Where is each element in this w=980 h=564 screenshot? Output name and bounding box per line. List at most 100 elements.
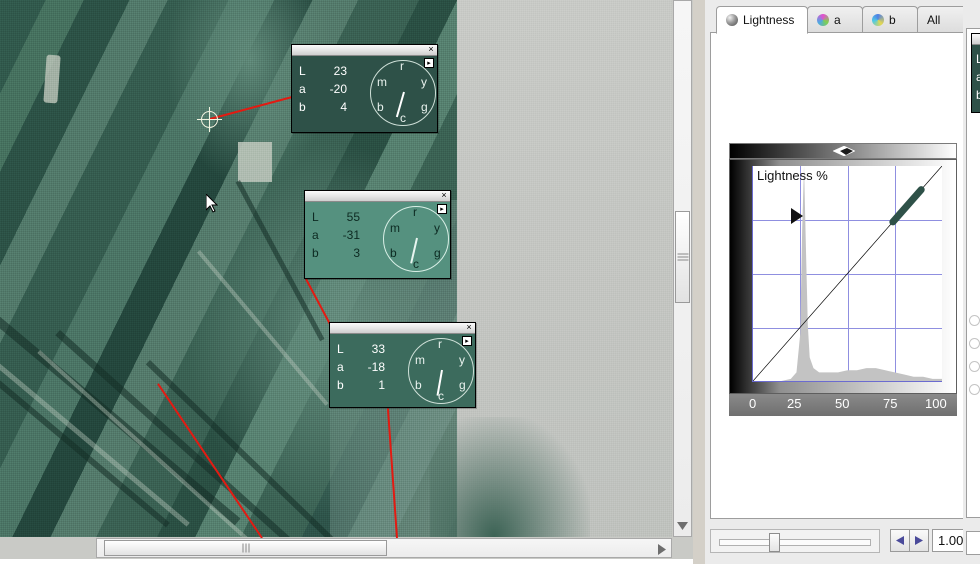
- offscreen-lab-sample-window[interactable]: L a b: [971, 33, 980, 113]
- transfer-curve[interactable]: [753, 166, 942, 381]
- curve-plot-area[interactable]: Lightness %: [752, 166, 942, 382]
- dial-label-y: y: [434, 221, 440, 235]
- dial-label-c: c: [413, 257, 419, 271]
- offscreen-radio-icon[interactable]: [969, 338, 980, 349]
- dial-label-r: r: [413, 205, 417, 219]
- dial-label-m: m: [415, 353, 425, 367]
- axis-tick-50: 50: [835, 396, 850, 411]
- channel-value-a: -20: [329, 82, 347, 96]
- dial-label-b: b: [390, 246, 397, 260]
- window-title-bar[interactable]: [972, 34, 980, 45]
- channel-label-a: a: [312, 228, 319, 242]
- channel-value-L: 55: [346, 210, 360, 224]
- dial-label-g: g: [434, 246, 441, 260]
- mouse-cursor: [206, 194, 218, 213]
- slider-thumb[interactable]: [769, 533, 780, 552]
- channel-value-L: 23: [333, 64, 347, 78]
- channel-tab-bar: Lightness a b All: [710, 6, 980, 34]
- channel-value-a: -18: [367, 360, 385, 374]
- dial-label-y: y: [421, 75, 427, 89]
- scroll-down-arrow-icon[interactable]: [677, 522, 688, 530]
- channel-value-a: -31: [342, 228, 360, 242]
- lab-sample-window-1[interactable]: × ▸ L 23 a -20 b 4 r y g c b m: [291, 44, 438, 133]
- gradient-strip[interactable]: [729, 143, 957, 159]
- tab-b-channel[interactable]: b: [862, 6, 918, 33]
- expand-icon[interactable]: ▸: [437, 204, 447, 214]
- offscreen-radio-icon[interactable]: [969, 315, 980, 326]
- window-body: ▸ L 33 a -18 b 1 r y g c b m: [330, 334, 475, 406]
- offscreen-field[interactable]: [966, 531, 980, 555]
- window-title-bar[interactable]: ×: [330, 323, 475, 334]
- dial-label-c: c: [400, 111, 406, 125]
- tab-label: a: [834, 13, 841, 27]
- axis-tick-75: 75: [883, 396, 898, 411]
- lower-shadow: [430, 417, 590, 537]
- channel-label-b: b: [337, 378, 344, 392]
- b-channel-sphere-icon: [872, 14, 884, 26]
- sample-point-marker-1[interactable]: [197, 107, 222, 132]
- tab-content-area: Lightness % 0 25 50 75 100: [710, 32, 975, 519]
- window-body: ▸ L 23 a -20 b 4 r y g c b m: [292, 56, 437, 131]
- window-title-bar[interactable]: ×: [305, 191, 450, 202]
- channel-value-b: 1: [378, 378, 385, 392]
- lab-values: L 33 a -18 b 1: [337, 340, 385, 394]
- lab-values: L 55 a -31 b 3: [312, 208, 360, 262]
- vertical-scrollbar-thumb[interactable]: [675, 211, 690, 303]
- hue-dial: r y g c b m: [383, 205, 449, 272]
- hue-dial: r y g c b m: [370, 59, 436, 126]
- close-icon[interactable]: ×: [439, 191, 449, 201]
- offscreen-radio-icon[interactable]: [969, 384, 980, 395]
- close-icon[interactable]: ×: [464, 323, 474, 333]
- channel-label-L: L: [299, 64, 306, 78]
- dial-label-b: b: [377, 100, 384, 114]
- tab-label: All: [927, 13, 941, 27]
- lab-sample-window-2[interactable]: × ▸ L 55 a -31 b 3 r y g c b m: [304, 190, 451, 279]
- tab-a-channel[interactable]: a: [807, 6, 863, 33]
- adjacent-panel-edge: L a b: [963, 0, 980, 564]
- window-body: ▸ L 55 a -31 b 3 r y g c b m: [305, 202, 450, 277]
- dial-label-r: r: [438, 337, 442, 351]
- close-icon[interactable]: ×: [426, 45, 436, 55]
- channel-label-L: L: [976, 52, 980, 66]
- gradient-marker-icon[interactable]: [833, 146, 855, 156]
- lab-values: L 23 a -20 b 4: [299, 62, 347, 116]
- lab-sample-window-3[interactable]: × ▸ L 33 a -18 b 1 r y g c b m: [329, 322, 476, 408]
- expand-icon[interactable]: ▸: [462, 336, 472, 346]
- lightness-sphere-icon: [726, 14, 738, 26]
- curve-editor[interactable]: Lightness % 0 25 50 75 100: [729, 143, 957, 418]
- amount-slider[interactable]: [710, 529, 880, 553]
- expand-icon[interactable]: ▸: [424, 58, 434, 68]
- increment-button[interactable]: [909, 529, 929, 552]
- axis-tick-25: 25: [787, 396, 802, 411]
- channel-label-b: b: [312, 246, 319, 260]
- offscreen-radio-icon[interactable]: [969, 361, 980, 372]
- image-vertical-scrollbar[interactable]: [673, 0, 692, 537]
- tab-lightness[interactable]: Lightness: [716, 6, 808, 34]
- curve-canvas[interactable]: Lightness %: [729, 159, 957, 394]
- channel-label-a: a: [976, 70, 980, 84]
- channel-label-L: L: [312, 210, 319, 224]
- dial-label-m: m: [390, 221, 400, 235]
- decrement-button[interactable]: [890, 529, 910, 552]
- curve-axis-label: Lightness %: [757, 168, 828, 183]
- dial-label-r: r: [400, 59, 404, 73]
- lab-values: L a b: [972, 45, 980, 104]
- scroll-right-arrow-icon[interactable]: [658, 544, 666, 555]
- curves-panel: Lightness a b All Lightness % 0 25 50 75…: [705, 0, 980, 564]
- scrollbar-grip: [677, 252, 688, 263]
- application-window: × ▸ L 23 a -20 b 4 r y g c b m × ▸ L 55 a…: [0, 0, 980, 564]
- channel-label-L: L: [337, 342, 344, 356]
- channel-label-a: a: [299, 82, 306, 96]
- horizontal-scrollbar-thumb[interactable]: [104, 540, 387, 556]
- slider-track[interactable]: [719, 539, 871, 546]
- dial-label-g: g: [459, 378, 466, 392]
- window-title-bar[interactable]: ×: [292, 45, 437, 56]
- tab-label: b: [889, 13, 896, 27]
- dial-label-m: m: [377, 75, 387, 89]
- dial-label-g: g: [421, 100, 428, 114]
- image-horizontal-scrollbar[interactable]: [96, 538, 672, 558]
- tab-label: Lightness: [743, 13, 795, 27]
- axis-tick-100: 100: [925, 396, 947, 411]
- channel-value-b: 4: [340, 100, 347, 114]
- tab-all-channels[interactable]: All: [917, 6, 967, 33]
